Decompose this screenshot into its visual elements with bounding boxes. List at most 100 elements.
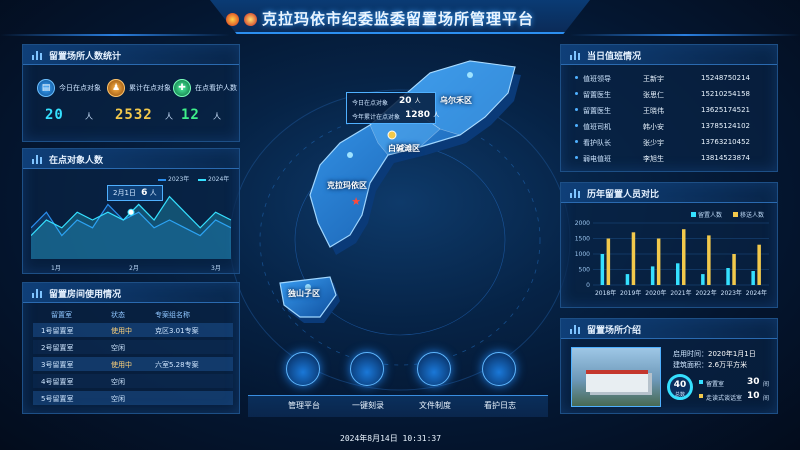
panel-title: 在点对象人数 <box>49 156 104 166</box>
bar <box>726 268 730 286</box>
person-stats-panel: 留置场所人数统计 ▤ 今日在点对象 20 人 ♟ 累计在点对象 2532 人 ✚… <box>22 44 240 142</box>
monitor-icon[interactable] <box>286 352 320 386</box>
duty-cell: 李旭生 <box>643 155 664 163</box>
page-title: 克拉玛依市纪委监委留置场所管理平台 <box>262 10 535 28</box>
calendar-icon: ▤ <box>37 79 55 97</box>
legend-detained: 留置人数 <box>691 210 722 219</box>
panel-header: 留置场所介绍 <box>561 319 777 339</box>
duty-row[interactable]: 值班领导 王新宇 15248750214 <box>571 71 771 85</box>
dock-label: 看护日志 <box>484 401 516 410</box>
duty-cell: 王晓伟 <box>643 107 664 115</box>
guard-icon: ✚ <box>173 79 191 97</box>
duty-row[interactable]: 值班司机 韩小安 13785124102 <box>571 119 771 133</box>
table-row[interactable]: 4号留置室 空闲 <box>33 374 233 388</box>
x-tick: 2021年 <box>670 289 691 297</box>
room-count-row: 留置室 30 间 <box>699 377 775 389</box>
chart-tooltip: 2月1日 6 人 <box>107 185 163 201</box>
x-tick: 1月 <box>51 265 61 272</box>
panel-title: 当日值班情况 <box>587 52 642 62</box>
info-value: 1280 人 <box>405 110 440 120</box>
bar <box>751 271 755 285</box>
bar <box>625 274 630 285</box>
bar-chart-icon <box>32 288 44 298</box>
bullet-icon <box>575 108 578 111</box>
map-label-wuerhe: 乌尔禾区 <box>440 96 472 105</box>
table-cell: 3号留置室 <box>41 361 74 369</box>
bar <box>707 235 711 285</box>
table-row[interactable]: 5号留置室 空闲 <box>33 391 233 405</box>
panel-header: 留置场所人数统计 <box>23 45 239 65</box>
bar-chart-icon <box>570 324 582 334</box>
duty-cell: 韩小安 <box>643 123 664 131</box>
bar-chart-icon <box>570 188 582 198</box>
panel-title: 历年留置人员对比 <box>587 190 660 200</box>
bar <box>676 263 680 285</box>
duty-row[interactable]: 留置医生 王晓伟 13625174521 <box>571 103 771 117</box>
duty-cell: 王新宇 <box>643 75 664 83</box>
table-row[interactable]: 1号留置室 使用中 克区3.01专案 <box>33 323 233 337</box>
bullet-icon <box>575 140 578 143</box>
y-tick: 1000 <box>575 251 590 258</box>
table-row[interactable]: 3号留置室 使用中 六室5.28专案 <box>33 357 233 371</box>
document-icon[interactable] <box>417 352 451 386</box>
bar-chart-icon <box>32 50 44 60</box>
x-tick: 2023年 <box>721 289 742 297</box>
duty-table: 值班领导 王新宇 15248750214 留置医生 张思仁 15210254158 留置医生… <box>571 71 771 169</box>
disc-icon[interactable] <box>350 352 384 386</box>
panel-title: 留置场所介绍 <box>587 326 642 336</box>
x-tick: 2022年 <box>695 289 716 297</box>
y-tick: 1500 <box>575 236 590 243</box>
party-emblem-icon <box>226 13 239 26</box>
dock-label: 管理平台 <box>288 401 320 410</box>
y-tick: 0 <box>586 282 590 289</box>
people-icon: ♟ <box>107 79 125 97</box>
map-info-box: 今日在点对象 20 人 今年累计在点对象 1280 人 <box>346 92 440 124</box>
duty-cell: 15210254158 <box>701 90 750 98</box>
object-count-panel: 在点对象人数 2023年 2024年 2月1日 6 人 1月 2月 3月 <box>22 148 240 274</box>
bar-chart-icon <box>570 50 582 60</box>
bar <box>606 238 611 285</box>
yearly-compare-panel: 历年留置人员对比 留置人数 移送人数 0 500 1000 1500 2000 2018年… <box>560 182 778 308</box>
duty-row[interactable]: 看护队长 张少宇 13763210452 <box>571 135 771 149</box>
x-tick: 2020年 <box>645 289 666 297</box>
bar <box>631 232 636 285</box>
duty-row[interactable]: 弱电值班 李旭生 13814523874 <box>571 151 771 165</box>
x-tick: 2024年 <box>746 289 767 297</box>
bar <box>682 229 686 285</box>
duty-cell: 张思仁 <box>643 91 664 99</box>
table-row[interactable]: 2号留置室 空闲 <box>33 340 233 354</box>
bar <box>757 244 761 285</box>
duty-cell: 留置医生 <box>583 91 611 99</box>
duty-panel: 当日值班情况 值班领导 王新宇 15248750214 留置医生 张思仁 15210254… <box>560 44 778 172</box>
y-tick: 500 <box>579 267 591 274</box>
bullet-icon <box>575 76 578 79</box>
x-tick: 2月 <box>129 265 139 272</box>
footer-datetime: 2024年8月14日 10:31:37 <box>340 434 442 443</box>
stat-unit: 人 <box>213 112 221 121</box>
panel-title: 留置场所人数统计 <box>49 52 122 62</box>
stat-value: 12 <box>181 107 200 123</box>
enabled-date: 启用时间：2020年1月1日 <box>673 350 756 358</box>
map-label-dushanzi: 独山子区 <box>288 289 320 298</box>
building-roof <box>586 370 648 374</box>
bar <box>650 266 655 285</box>
log-icon[interactable] <box>482 352 516 386</box>
bar-chart: 0 500 1000 1500 2000 2018年 2019年 2020年 2021年 2022… <box>575 220 769 297</box>
bullet-icon <box>575 92 578 95</box>
duty-cell: 13785124102 <box>701 122 750 130</box>
dock-label: 文件制度 <box>419 401 451 410</box>
info-row: 今年累计在点对象 <box>352 114 401 121</box>
bullet-icon <box>575 124 578 127</box>
duty-cell: 张少宇 <box>643 139 664 147</box>
duty-cell: 弱电值班 <box>583 155 611 163</box>
header-left-line <box>0 34 230 36</box>
bar-chart-icon <box>32 154 44 164</box>
panel-header: 历年留置人员对比 <box>561 183 777 203</box>
facility-intro-panel: 留置场所介绍 启用时间：2020年1月1日 建筑面积：2.6万平方米 40 总数… <box>560 318 778 414</box>
table-cell: 5号留置室 <box>41 395 74 403</box>
location-pin-icon <box>347 152 353 158</box>
duty-row[interactable]: 留置医生 张思仁 15210254158 <box>571 87 771 101</box>
duty-cell: 13625174521 <box>701 106 750 114</box>
stat-value: 2532 <box>115 107 153 123</box>
table-cell: 1号留置室 <box>41 327 74 335</box>
